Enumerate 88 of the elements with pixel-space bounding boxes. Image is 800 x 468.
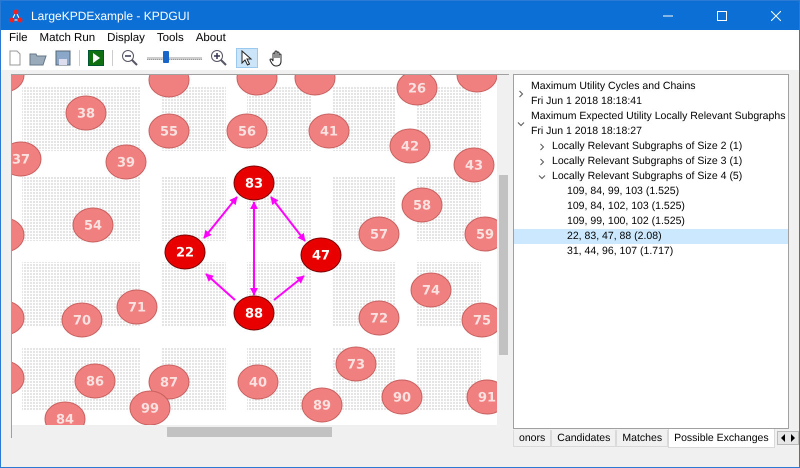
partial-graph-node[interactable] — [148, 75, 190, 98]
graph-node[interactable]: 55 — [148, 114, 190, 148]
window-title: LargeKPDExample - KPDGUI — [31, 8, 190, 22]
arrow-cursor-icon — [241, 50, 253, 66]
partial-graph-node[interactable] — [12, 300, 24, 336]
graph-canvas[interactable]: 26 38 55 56 41 42 37 39 43 83 58 54 57 59 22 47 74 71 70 88 72 75 73 86 87 40 84 99 89 90 91 — [11, 74, 509, 438]
tree-item-label: Maximum Expected Utility Locally Relevant Subgraphs — [531, 109, 786, 124]
new-file-icon[interactable] — [9, 50, 21, 66]
highlighted-node[interactable]: 22 — [164, 234, 206, 270]
partial-graph-node[interactable] — [12, 218, 24, 252]
tree-item[interactable]: 109, 99, 100, 102 (1.525) — [514, 214, 788, 229]
graph-node[interactable]: 38 — [66, 96, 106, 130]
close-icon[interactable] — [771, 10, 781, 20]
graph-node[interactable]: 91 — [466, 380, 497, 414]
graph-node[interactable]: 41 — [308, 114, 350, 148]
vertical-scrollbar[interactable] — [497, 75, 510, 425]
graph-node[interactable]: 71 — [116, 290, 158, 324]
graph-node[interactable]: 43 — [454, 148, 494, 182]
menu-item[interactable]: Tools — [156, 32, 184, 44]
graph-node[interactable]: 90 — [382, 380, 422, 414]
menu-item[interactable]: File — [9, 32, 28, 44]
graph-node[interactable]: 56 — [226, 114, 268, 148]
graph-node[interactable]: 86 — [74, 364, 116, 398]
tree-item-label: Locally Relevant Subgraphs of Size 3 (1) — [552, 154, 742, 169]
tree-item[interactable]: Maximum Expected Utility Locally Relevant Subgraphs Fri Jun 1 2018 18:18:27 — [514, 109, 788, 139]
highlighted-node[interactable]: 47 — [300, 238, 342, 272]
graph-node[interactable]: 99 — [130, 390, 170, 425]
tab[interactable]: Candidates — [551, 430, 616, 446]
graph-node[interactable]: 40 — [238, 364, 278, 400]
graph-node[interactable]: 42 — [390, 128, 430, 164]
tab-scroll-arrows-icon[interactable] — [776, 431, 799, 445]
graph-node[interactable]: 74 — [410, 272, 452, 308]
highlighted-node[interactable]: 88 — [234, 296, 274, 330]
graph-node[interactable]: 72 — [358, 300, 400, 336]
maximize-icon[interactable] — [717, 10, 727, 20]
tab[interactable]: Possible Exchanges — [668, 428, 775, 448]
double-headed-arrow — [270, 196, 306, 242]
menu-item[interactable]: About — [196, 32, 226, 44]
graph-node[interactable]: 54 — [72, 208, 114, 242]
graph-node[interactable]: 26 — [396, 75, 438, 106]
tab[interactable]: Matches — [616, 430, 668, 446]
zoom-in-icon[interactable] — [210, 49, 228, 67]
tab[interactable]: onors — [513, 430, 552, 446]
arrow — [273, 275, 305, 301]
tree-item[interactable]: 31, 44, 96, 107 (1.717) — [514, 244, 788, 259]
tree-item[interactable]: Maximum Utility Cycles and Chains Fri Jun 1 2018 18:18:41 — [514, 79, 788, 109]
partial-graph-node[interactable] — [12, 75, 24, 92]
run-icon[interactable] — [88, 50, 104, 66]
save-icon[interactable] — [55, 50, 71, 66]
graph-node[interactable]: 84 — [44, 402, 86, 425]
highlighted-node[interactable]: 83 — [234, 166, 274, 200]
dotted-grid-block — [162, 262, 226, 326]
zoom-out-icon[interactable] — [121, 49, 139, 67]
graph-node[interactable]: 59 — [464, 216, 497, 252]
tree-item[interactable]: 22, 83, 47, 88 (2.08) — [514, 229, 788, 244]
graph-node[interactable]: 58 — [402, 188, 442, 222]
arrow — [205, 273, 236, 301]
tree-item[interactable]: 109, 84, 99, 103 (1.525) — [514, 184, 788, 199]
tree-item-date: Fri Jun 1 2018 18:18:41 — [531, 94, 643, 109]
chevron-down-icon[interactable] — [517, 120, 525, 128]
tree-item[interactable]: Locally Relevant Subgraphs of Size 3 (1) — [514, 154, 788, 169]
app-logo-icon — [9, 8, 23, 22]
partial-graph-node[interactable] — [294, 75, 336, 96]
double-headed-arrow — [203, 196, 238, 239]
graph-node[interactable]: 57 — [358, 216, 400, 252]
tree-item-date: Fri Jun 1 2018 18:18:27 — [531, 124, 643, 139]
zoom-slider[interactable] — [147, 50, 202, 66]
graph-node[interactable]: 70 — [62, 302, 102, 338]
tree-item[interactable]: Locally Relevant Subgraphs of Size 2 (1) — [514, 139, 788, 154]
chevron-right-icon[interactable] — [517, 90, 525, 98]
graph-node[interactable]: 75 — [462, 302, 497, 338]
graph-node[interactable]: 73 — [336, 346, 376, 382]
pointer-tool[interactable] — [236, 48, 258, 68]
tree-item[interactable]: 109, 84, 102, 103 (1.525) — [514, 199, 788, 214]
tree-item-label: Locally Relevant Subgraphs of Size 4 (5) — [552, 169, 742, 184]
partial-graph-node[interactable] — [236, 75, 278, 96]
tree-item-label: Locally Relevant Subgraphs of Size 2 (1) — [552, 139, 742, 154]
dotted-grid-block — [162, 177, 226, 241]
graph-node[interactable]: 39 — [106, 144, 146, 180]
graph-node[interactable]: 37 — [12, 142, 42, 176]
partial-graph-node[interactable] — [456, 75, 497, 92]
chevron-down-icon[interactable] — [538, 172, 546, 180]
graph-node[interactable]: 89 — [302, 388, 342, 422]
menu-item[interactable]: Match Run — [40, 32, 96, 44]
menu-item[interactable]: Display — [107, 32, 145, 44]
tree-item-label: Maximum Utility Cycles and Chains — [531, 79, 696, 94]
tree-item[interactable]: Locally Relevant Subgraphs of Size 4 (5) — [514, 169, 788, 184]
partial-graph-node[interactable] — [12, 360, 24, 396]
